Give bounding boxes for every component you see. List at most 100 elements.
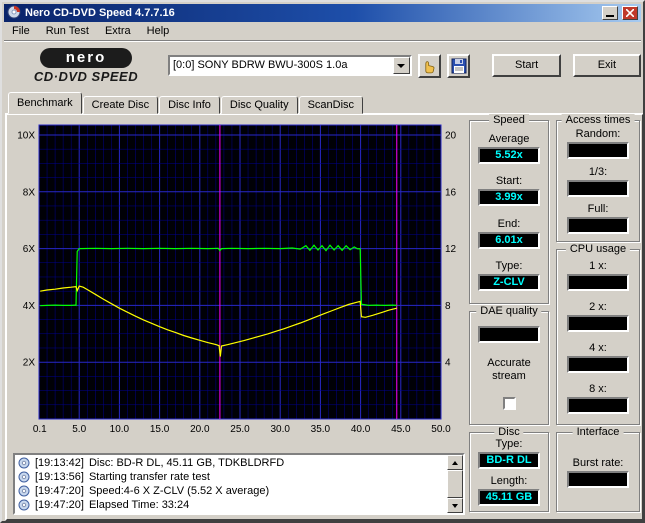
log-scrollbar[interactable]	[447, 455, 463, 513]
svg-text:35.0: 35.0	[311, 424, 331, 435]
svg-text:20: 20	[445, 130, 457, 141]
save-icon	[451, 58, 467, 74]
svg-text:4: 4	[445, 358, 451, 369]
svg-text:5.0: 5.0	[72, 424, 86, 435]
speed-panel-title: Speed	[489, 114, 529, 126]
svg-text:2X: 2X	[23, 358, 36, 369]
chevron-down-icon	[397, 64, 405, 68]
svg-text:8: 8	[445, 301, 451, 312]
close-icon	[626, 9, 634, 17]
exit-button[interactable]: Exit	[573, 54, 641, 77]
dae-quality-value	[478, 326, 540, 343]
svg-text:15.0: 15.0	[150, 424, 170, 435]
tab-scandisc[interactable]: ScanDisc	[299, 96, 363, 114]
full-label: Full:	[588, 203, 609, 215]
menu-extra[interactable]: Extra	[97, 23, 139, 39]
average-value: 5.52x	[478, 147, 540, 164]
log-row: [19:13:56] Starting transfer rate test	[15, 470, 447, 484]
svg-text:45.0: 45.0	[391, 424, 411, 435]
speed-type-value: Z-CLV	[478, 274, 540, 291]
menu-bar: File Run Test Extra Help	[4, 22, 641, 40]
one-third-value	[567, 180, 629, 197]
log-row: [19:13:42] Disc: BD-R DL, 45.11 GB, TDKB…	[15, 456, 447, 470]
disc-icon	[18, 499, 30, 511]
log-text: Disc: BD-R DL, 45.11 GB, TDKBLDRFD	[89, 457, 284, 469]
app-window: Nero CD-DVD Speed 4.7.7.16 File Run Test…	[0, 0, 645, 523]
tab-benchmark[interactable]: Benchmark	[8, 92, 82, 114]
disc-length-value: 45.11 GB	[478, 489, 540, 506]
burst-rate-label: Burst rate:	[573, 457, 624, 469]
nero-logo-text: nero	[40, 48, 133, 68]
disc-length-label: Length:	[491, 475, 528, 487]
tab-create-disc[interactable]: Create Disc	[83, 96, 158, 114]
scroll-down-button[interactable]	[447, 498, 463, 513]
drive-select-value: [0:0] SONY BDRW BWU-300S 1.0a	[170, 57, 393, 74]
svg-text:16: 16	[445, 187, 457, 198]
svg-text:6X: 6X	[23, 244, 36, 255]
svg-text:50.0: 50.0	[431, 424, 451, 435]
dae-quality-panel: DAE quality Accurate stream	[469, 311, 549, 425]
minimize-button[interactable]	[602, 6, 618, 20]
disc-panel-title: Disc	[494, 426, 523, 438]
start-button[interactable]: Start	[492, 54, 560, 77]
panel-column-left: Speed Average 5.52x Start: 3.99x End: 6.…	[469, 120, 549, 512]
random-label: Random:	[576, 128, 621, 140]
options-button[interactable]	[418, 54, 441, 78]
log-box[interactable]: [19:13:42] Disc: BD-R DL, 45.11 GB, TDKB…	[13, 453, 465, 515]
cpu-4x-label: 4 x:	[589, 342, 607, 354]
disc-icon	[18, 457, 30, 469]
speed-panel: Speed Average 5.52x Start: 3.99x End: 6.…	[469, 120, 549, 304]
scrollbar-thumb[interactable]	[447, 470, 463, 498]
svg-text:10X: 10X	[17, 130, 35, 141]
log-text: Speed:4-6 X Z-CLV (5.52 X average)	[89, 485, 269, 497]
speed-type-label: Type:	[496, 260, 523, 272]
minimize-icon	[606, 15, 614, 17]
tab-strip: Benchmark Create Disc Disc Info Disc Qua…	[8, 92, 364, 114]
toolbar: nero CD·DVD SPEED [0:0] SONY BDRW BWU-30…	[4, 40, 641, 90]
close-button[interactable]	[622, 6, 638, 20]
start-value: 3.99x	[478, 189, 540, 206]
save-button[interactable]	[447, 54, 470, 78]
log-text: Elapsed Time: 33:24	[89, 499, 189, 511]
log-text: Starting transfer rate test	[89, 471, 210, 483]
menu-help[interactable]: Help	[139, 23, 178, 39]
window-title: Nero CD-DVD Speed 4.7.7.16	[25, 7, 598, 19]
tab-disc-quality[interactable]: Disc Quality	[221, 96, 298, 114]
svg-text:12: 12	[445, 244, 457, 255]
cpu-4x-value	[567, 356, 629, 373]
cpu-usage-panel-title: CPU usage	[566, 243, 630, 255]
scroll-up-button[interactable]	[447, 455, 463, 470]
log-time: [19:47:20]	[35, 485, 84, 497]
access-times-panel-title: Access times	[562, 114, 635, 126]
svg-text:20.0: 20.0	[190, 424, 210, 435]
log-time: [19:47:20]	[35, 499, 84, 511]
benchmark-chart: 2X4X6X8X10X481216200.15.010.015.020.025.…	[9, 121, 467, 439]
cpu-usage-panel: CPU usage 1 x: 2 x: 4 x: 8 x:	[556, 249, 640, 425]
menu-file[interactable]: File	[4, 23, 38, 39]
accurate-stream-checkbox[interactable]	[503, 397, 516, 410]
drive-select-dropdown-button[interactable]	[393, 57, 410, 74]
arrow-down-icon	[452, 504, 458, 508]
disc-icon	[18, 485, 30, 497]
log-row: [19:47:20] Speed:4-6 X Z-CLV (5.52 X ave…	[15, 484, 447, 498]
benchmark-chart-svg: 2X4X6X8X10X481216200.15.010.015.020.025.…	[9, 121, 467, 437]
svg-text:25.0: 25.0	[230, 424, 250, 435]
log-row: [19:47:20] Elapsed Time: 33:24	[15, 498, 447, 512]
cpu-2x-value	[567, 315, 629, 332]
svg-text:4X: 4X	[23, 301, 36, 312]
tab-disc-info[interactable]: Disc Info	[159, 96, 220, 114]
drive-select[interactable]: [0:0] SONY BDRW BWU-300S 1.0a	[168, 55, 412, 76]
cpu-8x-label: 8 x:	[589, 383, 607, 395]
menu-run-test[interactable]: Run Test	[38, 23, 97, 39]
log-time: [19:13:42]	[35, 457, 84, 469]
svg-text:40.0: 40.0	[351, 424, 371, 435]
title-bar[interactable]: Nero CD-DVD Speed 4.7.7.16	[4, 4, 641, 22]
disc-icon	[18, 471, 30, 483]
interface-panel-title: Interface	[573, 426, 624, 438]
disc-panel: Disc Type: BD-R DL Length: 45.11 GB	[469, 432, 549, 512]
dae-quality-panel-title: DAE quality	[476, 305, 541, 317]
burst-rate-value	[567, 471, 629, 488]
average-label: Average	[489, 133, 530, 145]
svg-text:8X: 8X	[23, 187, 36, 198]
access-times-panel: Access times Random: 1/3: Full:	[556, 120, 640, 242]
